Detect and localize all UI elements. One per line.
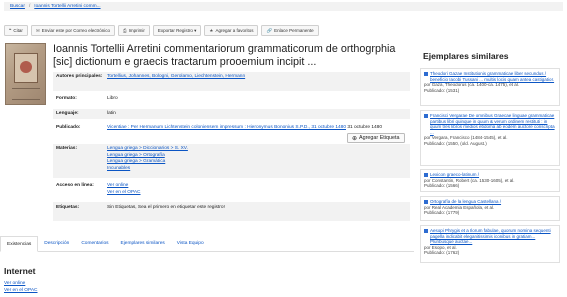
book-cover-thumbnail[interactable] (5, 43, 46, 105)
permalink-button-label: Enlace Permanente (274, 28, 314, 33)
language-value: latin (107, 111, 116, 116)
print-button[interactable]: ⎙ Imprimir (118, 25, 150, 36)
star-icon: ★ (209, 27, 214, 33)
email-icon: ✉ (35, 27, 40, 33)
email-button-label: Enviar este por Correo electrónico (41, 28, 111, 33)
record-toolbar: ❝ Citar ✉ Enviar este por Correo electró… (4, 25, 319, 36)
quote-icon: ❝ (9, 27, 12, 33)
similar-item: Ortografía de la lengua Castellana / por… (420, 196, 560, 221)
view-opac-link[interactable]: Ver en el OPAC (107, 190, 406, 197)
internet-view-opac-link[interactable]: Ver en el OPAC (4, 288, 38, 295)
plus-circle-icon: ⊕ (352, 135, 358, 142)
authors-link[interactable]: Tortellius, Johannes, Bologni, Gerolamo,… (107, 74, 406, 81)
add-favorites-button-label: Agregar a favoritos (215, 28, 254, 33)
book-icon (424, 173, 428, 177)
format-label: Formato: (56, 96, 77, 101)
book-icon (424, 200, 428, 204)
record-title: Ioannis Tortellii Arretini commentarioru… (53, 43, 396, 68)
tags-row: Etiquetas: Sin Etiquetas, Sea el primero… (53, 202, 410, 221)
cite-button[interactable]: ❝ Citar (4, 25, 28, 36)
subjects-row: Materias: Lengua griega > Diccionarios >… (53, 144, 410, 178)
record-tabs: Existencias Descripción Comentarios Ejem… (0, 236, 414, 252)
authors-value: Tortellius, Johannes, Bologni, Gerolamo,… (107, 74, 410, 91)
breadcrumb-search-link[interactable]: Buscar (10, 4, 25, 9)
tab-staff-view[interactable]: Vista Equipo (171, 236, 210, 251)
language-row: Lenguaje: latin (53, 109, 410, 119)
permalink-button[interactable]: 🔗 Enlace Permanente (261, 25, 319, 36)
tags-label: Etiquetas: (56, 205, 80, 210)
subjects-label: Materias: (56, 146, 78, 151)
published-link[interactable]: Vicentiae : Per Hermanum Lichtenstein co… (107, 125, 346, 130)
subjects-value: Lengua griega > Diccionarios > S. XV. Le… (107, 146, 410, 178)
online-access-value: Ver online Ver en el OPAC (107, 183, 410, 199)
similar-item: Theodori Gazae Institutionis grammaticae… (420, 68, 560, 106)
tab-similar-items[interactable]: Ejemplares similares (115, 236, 171, 251)
add-tag-button-label: Agregar Etiqueta (359, 135, 400, 141)
published-suffix: 31 octubre 1480 (347, 125, 383, 130)
similar-item: Aesopi Phrygis et a Ilorum fabulae, quor… (420, 225, 560, 263)
similar-item: Lexicon graeco-latinum / por Constantin,… (420, 169, 560, 192)
cite-button-label: Citar (13, 28, 23, 33)
language-label: Lenguaje: (56, 111, 79, 116)
subject-link[interactable]: Incunables (107, 166, 406, 173)
email-button[interactable]: ✉ Enviar este por Correo electrónico (30, 25, 116, 36)
breadcrumb-record-link[interactable]: Ioannis Tortellii Arretini comm... (34, 4, 100, 9)
similar-item-title[interactable]: Theodori Gazae Institutionis grammaticae… (430, 71, 556, 82)
similar-item-published: Publicado: (1762) (424, 250, 460, 256)
internet-links: Ver online Ver en el OPAC (4, 281, 38, 294)
cover-seal (20, 61, 32, 73)
print-icon: ⎙ (123, 28, 127, 33)
published-label: Publicado: (56, 125, 81, 130)
add-favorites-button[interactable]: ★ Agregar a favoritos (204, 25, 259, 36)
similar-item-published: Publicado: (1531) (424, 87, 460, 93)
add-tag-button[interactable]: ⊕ Agregar Etiqueta (347, 133, 405, 143)
online-access-label: Acceso en línea: (56, 183, 94, 188)
authors-row: Autores principales: Tortellius, Johanne… (53, 72, 410, 91)
link-icon: 🔗 (266, 27, 273, 33)
print-button-label: Imprimir (128, 28, 145, 33)
export-dropdown[interactable]: Exportar Registro ▾ (152, 25, 202, 36)
breadcrumb-separator: / (28, 4, 31, 9)
similar-item-published: Publicado: (1550, (old. August.) (424, 140, 487, 146)
tab-comments[interactable]: Comentarios (75, 236, 114, 251)
breadcrumb: Buscar / Ioannis Tortellii Arretini comm… (4, 2, 563, 11)
cover-text-lines (12, 88, 40, 100)
tab-holdings[interactable]: Existencias (0, 236, 39, 252)
tags-value: Sin Etiquetas, Sea el primero en etiquet… (107, 205, 225, 210)
book-icon (424, 229, 428, 233)
format-value: Libro (107, 96, 118, 101)
similar-item-title[interactable]: Lexicon graeco-latinum / (430, 172, 479, 178)
similar-item-published: Publicado: (1779) (424, 210, 460, 216)
tab-description[interactable]: Descripción (38, 236, 75, 251)
online-access-row: Acceso en línea: Ver online Ver en el OP… (53, 182, 410, 199)
similar-item: Francisci Vergarae De omnibus Graecae li… (420, 110, 560, 166)
authors-label: Autores principales: (56, 74, 103, 79)
internet-heading: Internet (4, 266, 36, 276)
similar-item-title[interactable]: Francisci Vergarae De omnibus Graecae li… (430, 113, 556, 135)
export-dropdown-label: Exportar Registro ▾ (157, 27, 197, 33)
book-icon (424, 72, 428, 76)
similar-items-heading: Ejemplares similares (423, 51, 509, 61)
similar-item-title[interactable]: Ortografía de la lengua Castellana / (430, 199, 501, 205)
book-icon (424, 114, 428, 118)
similar-item-published: Publicado: (1566) (424, 183, 460, 189)
format-row: Formato: Libro (53, 96, 410, 104)
similar-item-title[interactable]: Aesopi Phrygis et a Ilorum fabulae, quor… (430, 228, 556, 245)
